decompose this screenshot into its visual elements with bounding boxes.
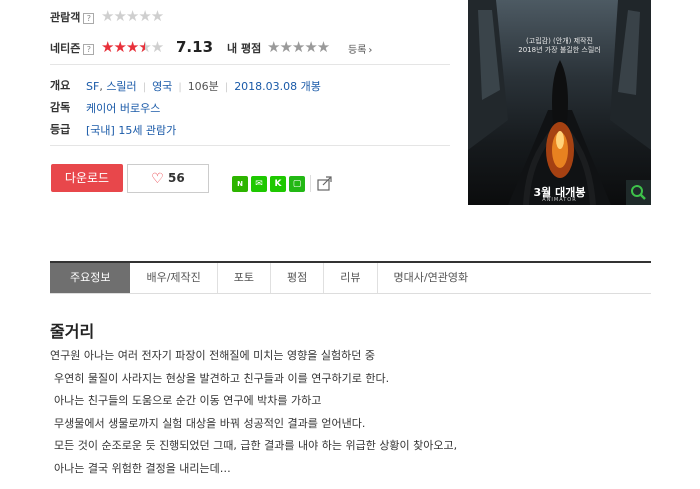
chevron-right-icon: › [368, 45, 373, 56]
share-line-icon[interactable]: ✉ [251, 176, 267, 192]
overview-label: 개요 [50, 79, 71, 92]
share-cafe-icon[interactable]: ▢ [289, 176, 305, 192]
share-band-icon[interactable]: N [232, 176, 248, 192]
separator: | [224, 82, 229, 93]
synopsis-line: 연구원 아나는 여러 전자기 파장이 전해질에 미치는 영향을 실험하던 중 [50, 349, 375, 362]
poster-zoom-button[interactable] [626, 180, 651, 205]
release-date-link[interactable]: 2018.03.08 개봉 [234, 80, 321, 93]
like-button[interactable]: ♡ 56 [127, 164, 209, 193]
country-link[interactable]: 영국 [152, 80, 172, 93]
audience-label-text: 관람객 [50, 11, 81, 24]
help-icon[interactable]: ? [83, 12, 95, 24]
tab-main-info[interactable]: 주요정보 [50, 263, 131, 293]
my-rating-label: 내 평점 [227, 42, 262, 55]
synopsis-body: 연구원 아나는 여러 전자기 파장이 전해질에 미치는 영향을 실험하던 중 우… [50, 345, 457, 480]
synopsis-line: 모든 것이 순조로운 듯 진행되었던 그때, 급한 결과를 내야 하는 위급한 … [54, 439, 458, 452]
netizen-stars: ★★★★ ★ [101, 39, 164, 55]
poster-credit-line-2: 2018년 가장 불길한 스릴러 [518, 46, 601, 54]
tab-bar: 주요정보 배우/제작진 포토 평점 리뷰 명대사/연관영화 [50, 263, 484, 293]
synopsis-line: 무생물에서 생물로까지 실험 대상을 바꿔 성공적인 결과를 얻어낸다. [54, 416, 366, 430]
share-icon[interactable] [316, 174, 334, 192]
poster-artwork [468, 0, 651, 205]
search-icon [631, 185, 646, 200]
tab-bar-bottom-line [50, 293, 651, 294]
audience-rating-label: 관람객? [50, 9, 95, 25]
netizen-rating-label: 네티즌? [50, 40, 95, 56]
director-label: 감독 [50, 101, 71, 114]
tab-cast-crew[interactable]: 배우/제작진 [130, 263, 218, 293]
like-count: 56 [168, 171, 185, 185]
tab-photo[interactable]: 포토 [218, 263, 272, 293]
divider [50, 64, 450, 65]
tab-quotes-related[interactable]: 명대사/연관영화 [378, 263, 485, 293]
grade-link[interactable]: [국내] 15세 관람가 [86, 122, 176, 138]
synopsis-line: 아나는 친구들의 도움으로 순간 이동 연구에 박차를 가하고 [54, 394, 322, 407]
tab-rating[interactable]: 평점 [271, 263, 325, 293]
help-icon[interactable]: ? [83, 43, 95, 55]
genre-link-thriller[interactable]: 스릴러 [106, 80, 136, 93]
my-rating-stars[interactable]: ★★★★★ [267, 39, 330, 55]
register-label: 등록 [348, 45, 367, 56]
heart-icon: ♡ [151, 171, 164, 187]
runtime: 106분 [187, 80, 219, 93]
register-rating-link[interactable]: 등록 › [348, 41, 372, 56]
genre-link-sf[interactable]: SF [86, 80, 99, 93]
synopsis-line: 우연히 물질이 사라지는 현상을 발견하고 친구들과 이를 연구하기로 한다. [54, 371, 390, 385]
download-button[interactable]: 다운로드 [51, 164, 123, 192]
movie-poster[interactable]: (고립감) (안개) 제작진 2018년 가장 불길한 스릴러 3월 대개봉 A… [468, 0, 651, 205]
divider [50, 145, 450, 146]
netizen-label-text: 네티즌 [50, 42, 81, 55]
director-link[interactable]: 케이어 버로우스 [86, 100, 160, 116]
synopsis-heading: 줄거리 [50, 322, 95, 341]
overview-values: SF, 스릴러 | 영국 | 106분 | 2018.03.08 개봉 [86, 80, 321, 93]
separator: | [142, 82, 147, 93]
separator: | [178, 82, 182, 93]
audience-stars: ★★★★★ [101, 7, 164, 25]
poster-small-title: ANIMATOR [542, 197, 577, 203]
synopsis-line: 아나는 결국 위험한 결정을 내리는데… [54, 461, 231, 475]
netizen-score: 7.13 [176, 38, 214, 56]
divider [310, 175, 311, 192]
share-kakao-icon[interactable]: K [270, 176, 286, 192]
tab-review[interactable]: 리뷰 [324, 263, 378, 293]
grade-label: 등급 [50, 123, 71, 136]
